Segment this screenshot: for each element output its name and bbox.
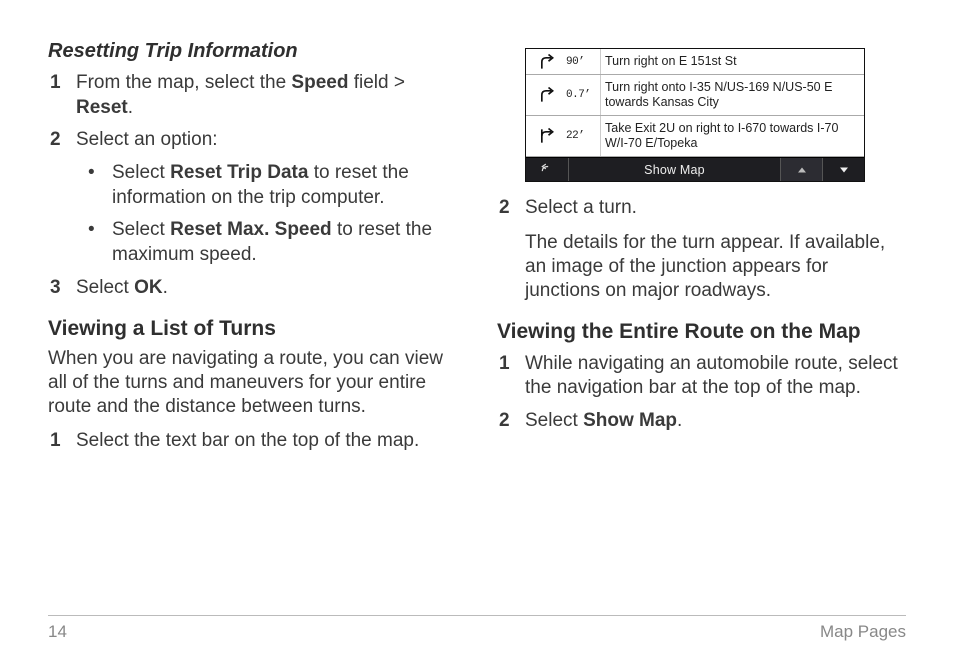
bold-reset-trip-data: Reset Trip Data — [170, 162, 308, 183]
turns-steps-cont: 2 Select a turn. The details for the tur… — [497, 196, 906, 304]
route-step-1-text: While navigating an automobile route, se… — [525, 353, 898, 399]
step-number: 2 — [50, 128, 61, 153]
reset-option-max-speed: Select Reset Max. Speed to reset the max… — [80, 218, 457, 267]
turn-distance: 22’ — [566, 116, 600, 156]
step-number: 3 — [50, 276, 61, 301]
reset-option-trip-data: Select Reset Trip Data to reset the info… — [80, 161, 457, 210]
turns-step-1-text: Select the text bar on the top of the ma… — [76, 430, 419, 451]
turn-right-icon — [526, 75, 566, 115]
turn-instruction: Take Exit 2U on right to I-670 towards I… — [600, 116, 864, 156]
bold-speed: Speed — [291, 72, 348, 93]
bold-ok: OK — [134, 277, 163, 298]
bold-reset-max-speed: Reset Max. Speed — [170, 219, 332, 240]
step-number: 2 — [499, 196, 510, 221]
exit-right-icon — [526, 116, 566, 156]
show-map-label: Show Map — [644, 163, 705, 177]
bold-reset: Reset — [76, 97, 128, 118]
device-screenshot: 90’ Turn right on E 151st St 0.7’ Turn r… — [525, 48, 865, 182]
turn-row: 22’ Take Exit 2U on right to I-670 towar… — [526, 116, 864, 157]
bold-show-map: Show Map — [583, 410, 677, 431]
reset-options: Select Reset Trip Data to reset the info… — [80, 161, 457, 268]
reset-steps: 1 From the map, select the Speed field >… — [48, 71, 457, 301]
route-steps: 1 While navigating an automobile route, … — [497, 352, 906, 434]
show-map-button[interactable]: Show Map — [568, 158, 780, 181]
device-bottom-bar: Show Map — [526, 157, 864, 181]
columns: Resetting Trip Information 1 From the ma… — [48, 28, 906, 462]
turns-steps: 1 Select the text bar on the top of the … — [48, 429, 457, 454]
turns-intro: When you are navigating a route, you can… — [48, 347, 457, 420]
step-number: 2 — [499, 409, 510, 434]
page-number: 14 — [48, 622, 67, 642]
route-step-2: 2 Select Show Map. — [497, 409, 906, 434]
turns-step-1: 1 Select the text bar on the top of the … — [48, 429, 457, 454]
turns-step-2-text: Select a turn. — [525, 197, 637, 218]
turn-row: 0.7’ Turn right onto I-35 N/US-169 N/US-… — [526, 75, 864, 116]
turns-step-2: 2 Select a turn. The details for the tur… — [497, 196, 906, 304]
scroll-up-button[interactable] — [780, 158, 822, 181]
scroll-down-button[interactable] — [822, 158, 864, 181]
reset-step-3-text: Select OK. — [76, 277, 168, 298]
right-column: 90’ Turn right on E 151st St 0.7’ Turn r… — [497, 28, 906, 462]
heading-entire-route: Viewing the Entire Route on the Map — [497, 320, 906, 344]
heading-list-of-turns: Viewing a List of Turns — [48, 317, 457, 341]
reset-step-1-text: From the map, select the Speed field > R… — [76, 72, 405, 118]
section-title: Map Pages — [820, 622, 906, 642]
turn-instruction: Turn right onto I-35 N/US-169 N/US-50 E … — [600, 75, 864, 115]
step-number: 1 — [50, 71, 61, 96]
turn-distance: 90’ — [566, 49, 600, 74]
reset-step-2-text: Select an option: — [76, 129, 218, 150]
turns-step-2-detail: The details for the turn appear. If avai… — [525, 231, 906, 304]
page: Resetting Trip Information 1 From the ma… — [0, 0, 954, 672]
turn-distance: 0.7’ — [566, 75, 600, 115]
step-number: 1 — [499, 352, 510, 377]
heading-resetting-trip: Resetting Trip Information — [48, 40, 457, 63]
left-column: Resetting Trip Information 1 From the ma… — [48, 28, 457, 462]
step-number: 1 — [50, 429, 61, 454]
turn-row: 90’ Turn right on E 151st St — [526, 49, 864, 75]
reset-step-1: 1 From the map, select the Speed field >… — [48, 71, 457, 120]
footer: 14 Map Pages — [48, 615, 906, 642]
turn-right-icon — [526, 49, 566, 74]
reset-step-2: 2 Select an option: Select Reset Trip Da… — [48, 128, 457, 267]
turn-instruction: Turn right on E 151st St — [600, 49, 864, 74]
route-step-2-text: Select Show Map. — [525, 410, 682, 431]
route-step-1: 1 While navigating an automobile route, … — [497, 352, 906, 401]
reset-step-3: 3 Select OK. — [48, 276, 457, 301]
back-button[interactable] — [526, 158, 568, 181]
